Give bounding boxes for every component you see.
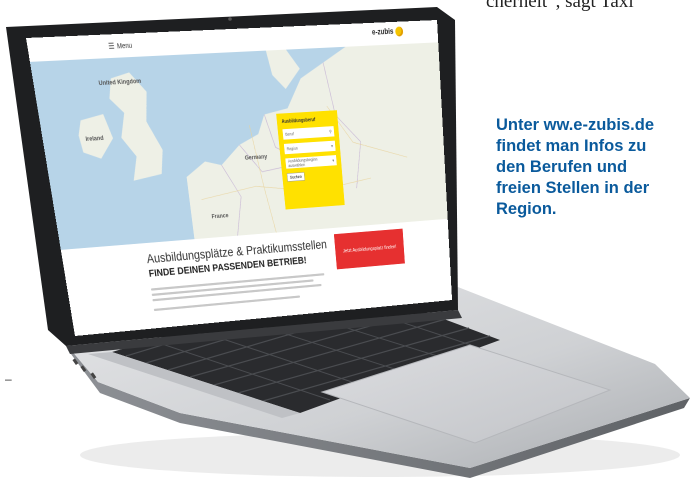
start-date-label: Ausbildungsbeginn auswählen [287,156,318,169]
logo-badge-icon [395,26,404,37]
map-label-france: France [211,211,229,220]
search-panel: Ausbildungsberuf Beruf ⚲ Region ▾ Ausbil… [276,110,345,210]
region-field-label: Region [286,145,299,152]
start-date-select[interactable]: Ausbildungsbeginn auswählen ▾ [285,155,337,169]
laptop-screen: ☰ Menu e-zubis United Kingdom Ireland Ge… [26,20,453,337]
caption-line: Unter ww.e-zubis.de [496,116,654,134]
photo-scene: cherheit“, sagt Taxi – ☰ Menu e-zubis Un… [0,0,693,490]
caption-line: den Berufen und [496,158,628,176]
caption-line: Region. [496,200,557,218]
webcam-icon [228,17,232,21]
site-logo[interactable]: e-zubis [372,26,404,37]
chevron-down-icon: ▾ [332,157,335,163]
search-button[interactable]: Suchen [286,172,305,182]
hamburger-icon: ☰ [107,41,116,51]
map-label-germany: Germany [244,152,268,162]
map-graphic [29,42,448,250]
region-field[interactable]: Region ▾ [283,140,336,155]
map-view[interactable]: United Kingdom Ireland Germany France Au… [29,42,448,250]
profession-field[interactable]: Beruf ⚲ [282,126,335,140]
chevron-down-icon: ▾ [330,143,334,149]
profession-field-label: Beruf [285,131,294,137]
logo-text: e-zubis [371,27,394,37]
map-label-ireland: Ireland [84,133,105,143]
cta-button[interactable]: Jetzt Ausbildungsplatz finden! [333,228,405,270]
menu-button[interactable]: ☰ Menu [108,40,133,51]
search-icon: ⚲ [328,128,332,134]
search-panel-title: Ausbildungsberuf [281,117,316,125]
caption-line: findet man Infos zu [496,137,647,155]
caption-line: freien Stellen in der [496,179,650,197]
menu-label: Menu [116,41,133,50]
photo-caption: Unter ww.e-zubis.de findet man Infos zu … [496,115,693,220]
